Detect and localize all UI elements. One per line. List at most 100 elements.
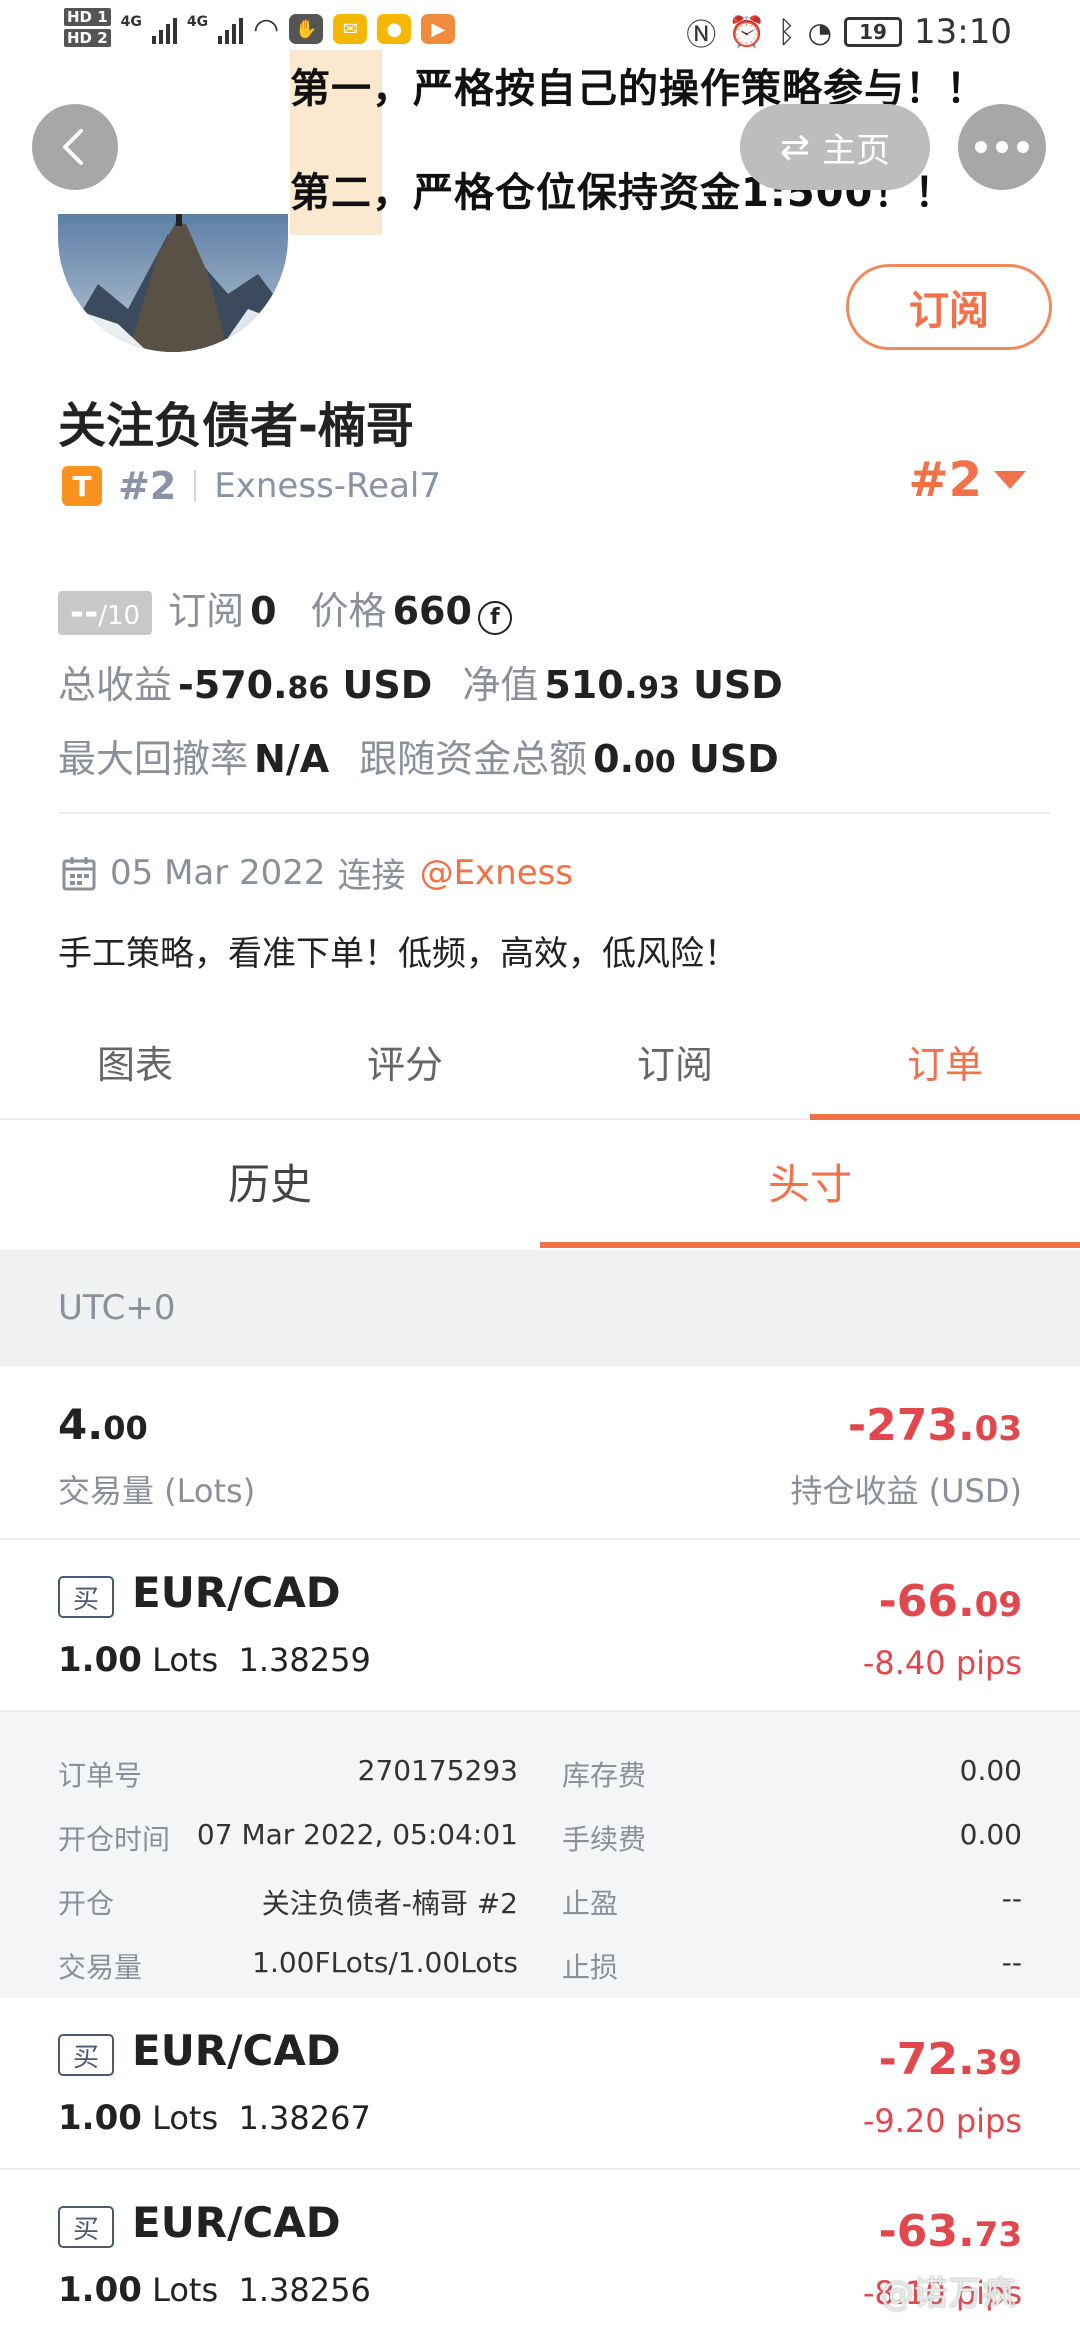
- status-left: HD 1 HD 2 4G 4G ◠ ✋ ✉ ● ▶: [64, 8, 456, 50]
- detail-label: 止损: [562, 1951, 619, 1984]
- order-pl-int: -72.: [878, 2034, 975, 2085]
- order-row[interactable]: 买 EUR/CAD 1.00 Lots 1.38259 -66.09 -8.40…: [0, 1540, 1080, 1712]
- order-pl-dec: 39: [974, 2043, 1022, 2083]
- score-value: --: [70, 593, 99, 633]
- order-pl: -72.39: [878, 2034, 1022, 2085]
- avatar[interactable]: [58, 214, 288, 352]
- total-lots-label: 交易量 (Lots): [58, 1472, 256, 1510]
- follow-total-value: 0.00 USD: [593, 737, 779, 781]
- total-profit-unit: USD: [342, 663, 433, 707]
- status-right: Ⓝ ⏰ ᛒ ◔ 19 13:10: [686, 10, 1012, 54]
- total-profit-label: 总收益: [58, 663, 173, 707]
- watermark: @诺万疯: [880, 2274, 1016, 2314]
- order-symbol: EUR/CAD: [132, 1568, 341, 1617]
- detail-label: 开仓: [58, 1887, 115, 1920]
- total-pl-int: -273.: [847, 1400, 975, 1451]
- broker-link[interactable]: @Exness: [420, 853, 574, 893]
- detail-value: 0.00: [959, 1818, 1022, 1851]
- tab-rating[interactable]: 评分: [270, 1010, 540, 1118]
- order-pl-dec: 09: [974, 1585, 1022, 1625]
- tab-orders[interactable]: 订单: [810, 1010, 1080, 1120]
- order-symbol: EUR/CAD: [132, 2198, 341, 2247]
- tab-chart[interactable]: 图表: [0, 1010, 270, 1118]
- more-button[interactable]: [958, 104, 1046, 190]
- order-pips: -9.20 pips: [862, 2102, 1022, 2140]
- hd-badges: HD 1 HD 2: [64, 8, 111, 50]
- account-selector[interactable]: #2: [908, 452, 1026, 508]
- detail-label: 止盈: [562, 1887, 619, 1920]
- order-lots-price: 1.00 Lots 1.38259: [58, 1640, 371, 1680]
- server-name: Exness-Real7: [214, 466, 441, 506]
- hd-badge: HD 2: [64, 29, 111, 47]
- detail-value: --: [1001, 1882, 1022, 1915]
- buy-badge: 买: [58, 2034, 114, 2076]
- detail-label: 库存费: [562, 1759, 647, 1792]
- order-lots-unit: Lots: [152, 1641, 219, 1679]
- order-row[interactable]: 买 EUR/CAD 1.00 Lots 1.38267 -72.39 -9.20…: [0, 1998, 1080, 2170]
- detail-row: 订单号 270175293 库存费 0.00: [0, 1754, 1080, 1818]
- detail-value: 270175293: [357, 1754, 518, 1787]
- total-profit-value: -570.86 USD: [178, 663, 432, 707]
- rank-row: T #2 Exness-Real7: [62, 462, 441, 510]
- network-label: 4G: [186, 14, 209, 30]
- order-pips: -8.40 pips: [862, 1644, 1022, 1682]
- app-notification-icon: ●: [377, 14, 412, 44]
- order-pl-int: -66.: [878, 1576, 975, 1627]
- equity-label: 净值: [462, 663, 539, 707]
- equity-int: 510.: [544, 663, 639, 707]
- more-dot: [975, 141, 987, 153]
- video-notification-icon: ▶: [421, 14, 456, 44]
- order-symbol: EUR/CAD: [132, 2026, 341, 2075]
- signal-icon: [151, 14, 177, 44]
- hd-badge: HD 1: [64, 8, 111, 26]
- tab-positions[interactable]: 头寸: [540, 1122, 1080, 1248]
- subscribe-count: 0: [250, 589, 277, 633]
- detail-label: 开仓时间: [58, 1823, 171, 1856]
- order-details: 订单号 270175293 库存费 0.00 开仓时间 07 Mar 2022,…: [0, 1712, 1080, 1998]
- positions-summary: 4.00 交易量 (Lots) -273.03 持仓收益 (USD): [0, 1366, 1080, 1540]
- detail-label: 订单号: [58, 1759, 143, 1792]
- tab-history[interactable]: 历史: [0, 1122, 540, 1248]
- subscribe-button[interactable]: 订阅: [846, 264, 1052, 350]
- speed-icon: ◔: [807, 15, 833, 49]
- order-price: 1.38259: [238, 1641, 371, 1679]
- detail-value: 0.00: [959, 1754, 1022, 1787]
- total-profit-dec: 86: [287, 671, 330, 706]
- detail-value: 关注负债者-楠哥 #2: [261, 1887, 518, 1920]
- caret-down-icon: [994, 471, 1026, 489]
- stats-row-3: 最大回撤率 N/A 跟随资金总额 0.00 USD: [58, 728, 779, 783]
- connected-label: 连接: [337, 856, 406, 896]
- order-price: 1.38256: [238, 2271, 371, 2309]
- clock: 13:10: [914, 12, 1012, 52]
- home-button[interactable]: ⇄ 主页: [740, 104, 930, 190]
- score-badge: --/10: [58, 591, 153, 635]
- tab-subscribe[interactable]: 订阅: [540, 1010, 810, 1118]
- account-rank: #2: [908, 452, 982, 508]
- equity-dec: 93: [638, 671, 680, 706]
- order-lots: 1.00: [58, 2098, 142, 2138]
- mountain-image: [58, 214, 288, 352]
- swap-icon: ⇄: [779, 126, 811, 168]
- wifi-icon: ◠: [253, 11, 280, 47]
- order-lots: 1.00: [58, 2270, 142, 2310]
- total-floating-pl: -273.03: [848, 1400, 1022, 1451]
- back-button[interactable]: [32, 104, 118, 190]
- subscribe-count-label: 订阅: [168, 589, 245, 633]
- detail-row: 开仓时间 07 Mar 2022, 05:04:01 手续费 0.00: [0, 1818, 1080, 1882]
- stats-row-1: --/10 订阅 0 价格 660 f: [58, 580, 512, 635]
- more-dot: [1017, 141, 1029, 153]
- separator: [194, 470, 197, 502]
- network-label: 4G: [120, 14, 142, 30]
- total-lots-int: 4.: [58, 1400, 104, 1449]
- nfc-icon: Ⓝ: [686, 18, 717, 53]
- total-floating-pl-label: 持仓收益 (USD): [790, 1472, 1022, 1510]
- connection-row: 05 Mar 2022 连接 @Exness: [62, 848, 573, 897]
- signal-icon: [218, 14, 244, 44]
- buy-badge: 买: [58, 2206, 114, 2248]
- follow-total-dec: 00: [634, 745, 676, 780]
- order-pl: -63.73: [878, 2206, 1022, 2257]
- detail-value: 1.00FLots/1.00Lots: [252, 1946, 518, 1979]
- total-profit-int: -570.: [178, 663, 288, 707]
- score-max: /10: [98, 601, 141, 631]
- order-lots-price: 1.00 Lots 1.38256: [58, 2270, 371, 2310]
